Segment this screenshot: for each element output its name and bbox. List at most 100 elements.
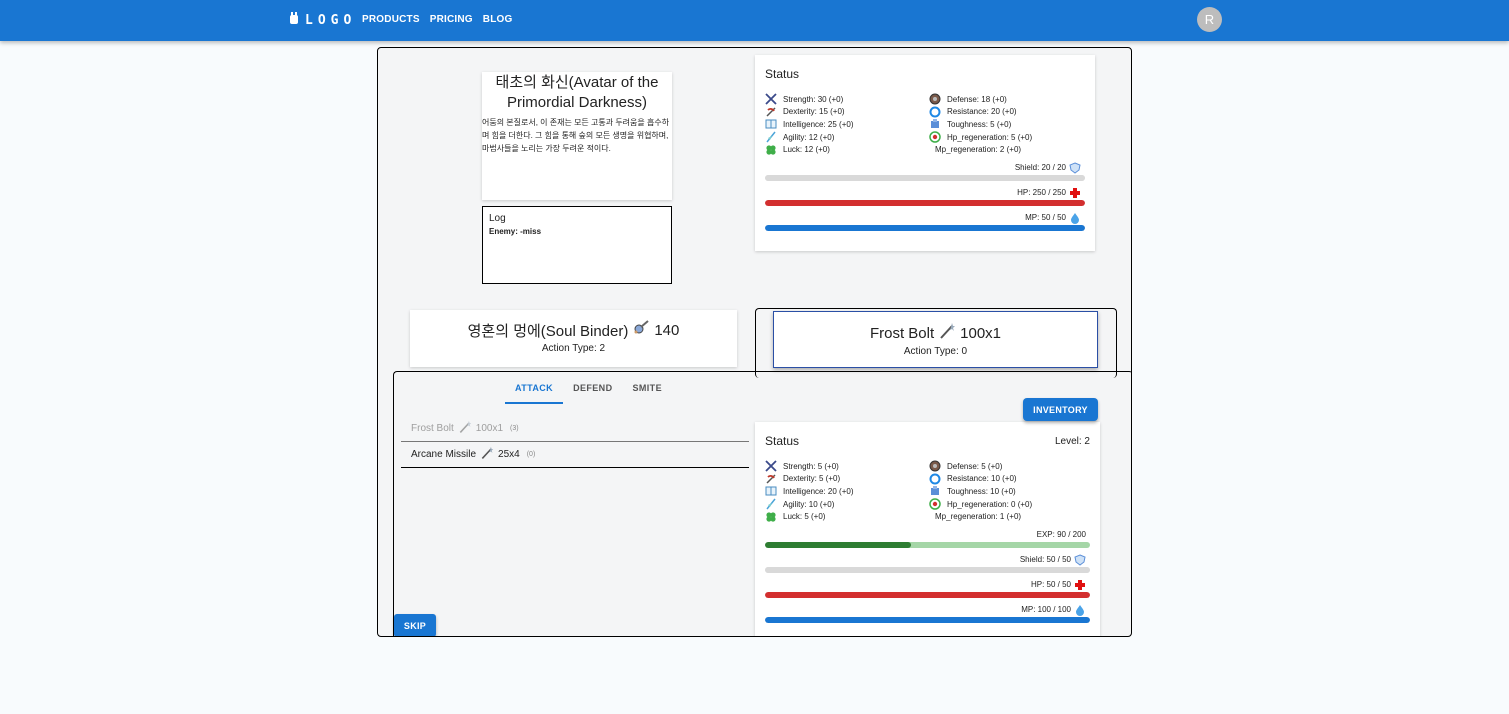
hp-cross-icon xyxy=(1074,579,1086,591)
bar-fill xyxy=(765,224,1085,231)
enemy-action-card: 영혼의 멍에(Soul Binder) 140 Action Type: 2 xyxy=(410,310,737,367)
stat-text: Strength: 5 (+0) xyxy=(783,461,839,471)
inventory-button[interactable]: INVENTORY xyxy=(1023,398,1098,421)
wand-icon xyxy=(480,446,494,463)
status-title: Status xyxy=(765,67,800,81)
shield-icon xyxy=(1074,554,1086,566)
skill-uses: (0) xyxy=(526,451,536,458)
bar-fill xyxy=(765,199,1085,206)
toughness-icon xyxy=(929,118,941,130)
stat-row: Strength: 5 (+0) xyxy=(765,460,929,473)
resistance-icon xyxy=(929,473,941,485)
selected-action-name: Frost Bolt xyxy=(869,324,935,342)
bar-label-text: Shield: 50 / 50 xyxy=(1019,555,1071,565)
wand-icon xyxy=(458,420,472,437)
skill-value: 100x1 xyxy=(475,423,504,434)
stat-row: Dexterity: 5 (+0) xyxy=(765,473,929,486)
agility-icon xyxy=(765,498,777,510)
defense-icon xyxy=(929,460,941,472)
bar-label-text: HP: 50 / 50 xyxy=(1030,580,1071,590)
player-stats: Strength: 5 (+0) Defense: 5 (+0) Dexterity… xyxy=(765,460,1090,523)
hp-cross-icon xyxy=(1069,187,1081,199)
logo-text: LOGO xyxy=(305,12,357,28)
logo[interactable]: LOGO xyxy=(289,12,356,28)
stat-row: Dexterity: 15 (+0) xyxy=(765,106,929,119)
skip-button[interactable]: SKIP xyxy=(394,614,436,636)
hp-regen-icon xyxy=(929,498,941,510)
stat-text: Defense: 5 (+0) xyxy=(947,461,1003,471)
stat-text: Agility: 10 (+0) xyxy=(783,499,835,509)
stat-text: Luck: 5 (+0) xyxy=(783,512,826,522)
bar-label: Shield: 50 / 50 xyxy=(765,554,1090,566)
tab-defend[interactable]: DEFEND xyxy=(563,378,622,404)
battle-log: Log Enemy: -miss xyxy=(482,206,672,284)
nav-link-blog[interactable]: BLOG xyxy=(483,14,513,25)
soul-binder-icon xyxy=(632,319,650,341)
stat-text: Resistance: 10 (+0) xyxy=(947,474,1017,484)
enemy-action-name: 영혼의 멍에(Soul Binder) xyxy=(467,322,629,340)
bar-label: Shield: 20 / 20 xyxy=(765,162,1085,174)
bar-track xyxy=(765,174,1085,181)
stat-text: Toughness: 5 (+0) xyxy=(947,119,1012,129)
skill-name: Arcane Missile xyxy=(411,449,477,460)
tab-smite[interactable]: SMITE xyxy=(622,378,672,404)
sword-icon xyxy=(765,460,777,472)
enemy-card: 태초의 화신(Avatar of the Primordial Darkness… xyxy=(482,72,672,200)
mp-drop-icon xyxy=(1069,212,1081,224)
stat-row: Hp_regeneration: 0 (+0) xyxy=(929,498,1090,511)
stat-row: Defense: 18 (+0) xyxy=(929,93,1085,106)
bar-label-text: MP: 100 / 100 xyxy=(1021,605,1071,615)
stat-row: Strength: 30 (+0) xyxy=(765,93,929,106)
player-status-card: Status Level: 2 Strength: 5 (+0) Defense:… xyxy=(755,422,1100,636)
bar-label: HP: 50 / 50 xyxy=(765,579,1090,591)
stat-text: Dexterity: 15 (+0) xyxy=(783,107,845,117)
stat-text: Intelligence: 20 (+0) xyxy=(783,486,854,496)
player-bars: EXP: 90 / 200 Shield: 50 / 50 HP: 50 / 50 M… xyxy=(765,529,1090,623)
bar-track xyxy=(765,566,1090,573)
agility-icon xyxy=(765,131,777,143)
bar-label-text: HP: 250 / 250 xyxy=(1017,188,1066,198)
clover-icon xyxy=(765,144,777,156)
selected-action-card[interactable]: Frost Bolt 100x1 Action Type: 0 xyxy=(773,311,1098,368)
stat-row: Luck: 12 (+0) xyxy=(765,143,929,156)
wand-icon xyxy=(938,322,956,344)
nav-link-pricing[interactable]: PRICING xyxy=(430,14,473,25)
stat-row: Agility: 10 (+0) xyxy=(765,498,929,511)
selected-action-value: 100x1 xyxy=(960,324,1002,342)
mp-drop-icon xyxy=(1074,604,1086,616)
stat-row: Intelligence: 20 (+0) xyxy=(765,485,929,498)
stat-row: Resistance: 10 (+0) xyxy=(929,473,1090,486)
bar-label: MP: 100 / 100 xyxy=(765,604,1090,616)
nav-link-products[interactable]: PRODUCTS xyxy=(362,14,420,25)
defense-icon xyxy=(929,93,941,105)
bar-label: EXP: 90 / 200 xyxy=(765,529,1090,541)
bar-label: MP: 50 / 50 xyxy=(765,212,1085,224)
stat-text: Mp_regeneration: 2 (+0) xyxy=(935,145,1022,155)
bar-label-text: Shield: 20 / 20 xyxy=(1014,163,1066,173)
enemy-stats: Strength: 30 (+0) Defense: 18 (+0) Dexteri… xyxy=(765,93,1085,156)
bar-track xyxy=(765,616,1090,623)
bar-track xyxy=(765,199,1085,206)
stat-row: Toughness: 5 (+0) xyxy=(929,118,1085,131)
stat-text: Strength: 30 (+0) xyxy=(783,94,844,104)
logo-icon xyxy=(289,11,299,29)
action-tabs: ATTACK DEFEND SMITE xyxy=(505,378,672,404)
skill-name: Frost Bolt xyxy=(411,423,454,434)
tab-attack[interactable]: ATTACK xyxy=(505,378,564,404)
stat-row: Hp_regeneration: 5 (+0) xyxy=(929,131,1085,144)
stat-row: Agility: 12 (+0) xyxy=(765,131,929,144)
bar-fill xyxy=(765,591,1090,598)
skill-item-frost-bolt[interactable]: Frost Bolt 100x1 (3) xyxy=(401,416,749,442)
log-line: Enemy: -miss xyxy=(489,227,542,236)
avatar[interactable]: R xyxy=(1197,7,1222,32)
bar-fill xyxy=(765,616,1090,623)
shield-icon xyxy=(1069,162,1081,174)
skill-item-arcane-missile[interactable]: Arcane Missile 25x4 (0) xyxy=(401,442,749,468)
stat-text: Defense: 18 (+0) xyxy=(947,94,1007,104)
skill-value: 25x4 xyxy=(498,449,520,460)
stat-text: Mp_regeneration: 1 (+0) xyxy=(935,512,1022,522)
toughness-icon xyxy=(929,485,941,497)
bar-fill xyxy=(765,541,912,548)
enemy-bars: Shield: 20 / 20 HP: 250 / 250 MP: 50 / 50 xyxy=(765,162,1085,231)
stat-text: Toughness: 10 (+0) xyxy=(947,486,1016,496)
